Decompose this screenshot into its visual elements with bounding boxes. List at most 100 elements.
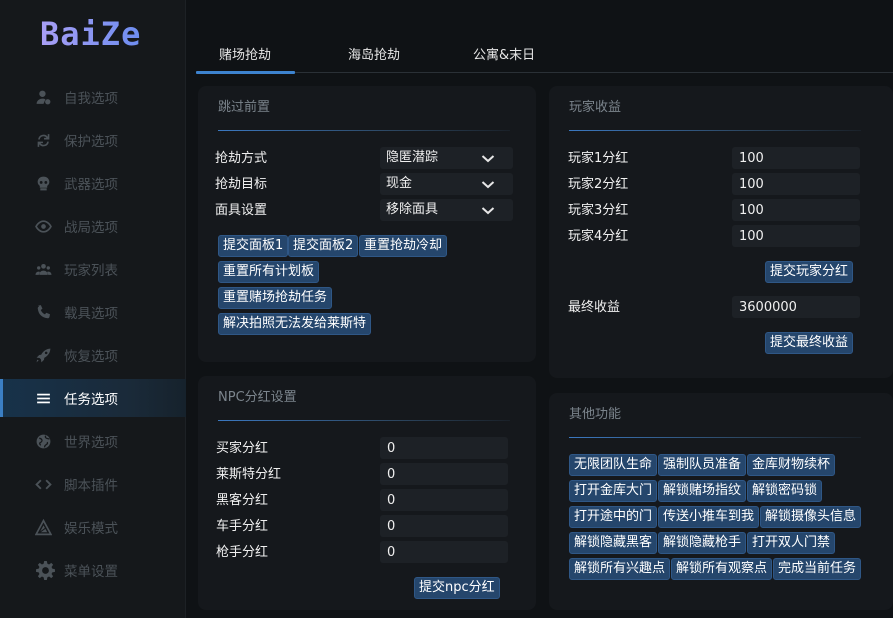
fix-photo-to-lester-button[interactable]: 解决拍照无法发给莱斯特 xyxy=(218,313,372,335)
sidebar-item-world[interactable]: 世界选项 xyxy=(0,422,186,460)
eye-icon xyxy=(34,217,52,235)
unlock-hidden-hacker-button[interactable]: 解锁隐藏黑客 xyxy=(569,532,658,554)
teleport-cart-button[interactable]: 传送小推车到我 xyxy=(658,506,760,528)
tab-casino-heist[interactable]: 赌场抢劫 xyxy=(219,44,271,63)
submit-board-1-button[interactable]: 提交面板1 xyxy=(218,235,289,257)
sidebar-item-recovery[interactable]: 恢复选项 xyxy=(0,336,186,374)
sidebar-item-label: 脚本插件 xyxy=(64,478,118,494)
driver-cut-input[interactable]: 0 xyxy=(380,515,508,537)
player-2-cut-label: 玩家2分红 xyxy=(568,177,629,192)
npc-cut-panel: NPC分红设置 买家分红 0 莱斯特分红 0 黑客分红 0 车手分红 0 枪手分… xyxy=(198,376,536,610)
buyer-cut-input[interactable]: 0 xyxy=(380,437,508,459)
chevron-down-icon xyxy=(481,155,495,163)
refresh-icon xyxy=(34,131,52,149)
chevron-down-icon xyxy=(481,181,495,189)
code-icon xyxy=(34,475,52,493)
reset-heist-cooldown-button[interactable]: 重置抢劫冷却 xyxy=(359,235,448,257)
sidebar-item-label: 世界选项 xyxy=(64,435,118,451)
skip-setup-panel: 跳过前置 抢劫方式 隐匿潜踪 抢劫目标 现金 面具设置 移除面具 提交面板1 提… xyxy=(198,86,536,362)
sidebar-item-label: 保护选项 xyxy=(64,134,118,150)
sidebar-item-weapons[interactable]: 武器选项 xyxy=(0,164,186,202)
submit-player-cut-button[interactable]: 提交玩家分红 xyxy=(765,261,854,283)
hacker-cut-input[interactable]: 0 xyxy=(380,489,508,511)
sidebar-item-session[interactable]: 战局选项 xyxy=(0,207,186,245)
heist-target-select[interactable]: 现金 xyxy=(380,173,513,195)
rocket-icon xyxy=(34,346,52,364)
panel-divider xyxy=(569,130,861,131)
vault-refill-button[interactable]: 金库财物续杯 xyxy=(747,454,836,476)
gunman-cut-label: 枪手分红 xyxy=(216,545,269,560)
sidebar-item-players[interactable]: 玩家列表 xyxy=(0,250,186,288)
sidebar-item-scripts[interactable]: 脚本插件 xyxy=(0,465,186,503)
sidebar-item-label: 自我选项 xyxy=(64,91,118,107)
unlock-access-points-button[interactable]: 解锁所有观察点 xyxy=(671,558,773,580)
group-icon xyxy=(34,260,52,278)
app-logo: BaiZe xyxy=(40,15,142,53)
heist-target-label: 抢劫目标 xyxy=(215,177,268,192)
sidebar-item-label: 恢复选项 xyxy=(64,349,118,365)
player-3-cut-label: 玩家3分红 xyxy=(568,203,629,218)
submit-npc-cut-button[interactable]: 提交npc分红 xyxy=(414,577,500,599)
open-double-door-button[interactable]: 打开双人门禁 xyxy=(747,532,836,554)
mask-setting-select[interactable]: 移除面具 xyxy=(380,199,513,221)
select-value: 移除面具 xyxy=(386,202,439,217)
final-earnings-input[interactable]: 3600000 xyxy=(732,296,860,318)
skull-icon xyxy=(34,174,52,192)
infinite-team-lives-button[interactable]: 无限团队生命 xyxy=(569,454,658,476)
sidebar-item-self[interactable]: 自我选项 xyxy=(0,78,186,116)
sidebar-item-label: 武器选项 xyxy=(64,177,118,193)
player-4-cut-label: 玩家4分红 xyxy=(568,229,629,244)
active-tab-indicator xyxy=(196,71,295,74)
driver-cut-label: 车手分红 xyxy=(216,519,269,534)
hacker-cut-label: 黑客分红 xyxy=(216,493,269,508)
sidebar-item-fun[interactable]: 娱乐模式 xyxy=(0,508,186,546)
submit-final-earnings-button[interactable]: 提交最终收益 xyxy=(765,332,854,354)
reset-all-boards-button[interactable]: 重置所有计划板 xyxy=(218,261,320,283)
player-2-cut-input[interactable]: 100 xyxy=(732,173,860,195)
globe-icon xyxy=(34,432,52,450)
force-crew-ready-button[interactable]: 强制队员准备 xyxy=(658,454,747,476)
panel-title: 其他功能 xyxy=(569,407,622,422)
open-vault-door-button[interactable]: 打开金库大门 xyxy=(569,480,658,502)
heist-approach-label: 抢劫方式 xyxy=(215,151,268,166)
sidebar-item-settings[interactable]: 菜单设置 xyxy=(0,551,186,589)
person-icon xyxy=(34,88,52,106)
heist-approach-select[interactable]: 隐匿潜踪 xyxy=(380,147,513,169)
gunman-cut-input[interactable]: 0 xyxy=(380,541,508,563)
sidebar-item-vehicles[interactable]: 载具选项 xyxy=(0,293,186,331)
sidebar-item-label: 载具选项 xyxy=(64,306,118,322)
sidebar-item-label: 战局选项 xyxy=(64,220,118,236)
player-1-cut-input[interactable]: 100 xyxy=(732,147,860,169)
unlock-poi-button[interactable]: 解锁所有兴趣点 xyxy=(569,558,671,580)
select-value: 现金 xyxy=(386,176,413,191)
sidebar-item-label: 娱乐模式 xyxy=(64,521,118,537)
panel-divider xyxy=(218,130,510,131)
complete-mission-button[interactable]: 完成当前任务 xyxy=(773,558,862,580)
sidebar-item-label: 任务选项 xyxy=(64,392,118,408)
unlock-hidden-gunman-button[interactable]: 解锁隐藏枪手 xyxy=(658,532,747,554)
other-functions-panel: 其他功能 无限团队生命 强制队员准备 金库财物续杯 打开金库大门 解锁赌场指纹 … xyxy=(549,393,893,610)
final-earnings-label: 最终收益 xyxy=(568,300,621,315)
open-doors-enroute-button[interactable]: 打开途中的门 xyxy=(569,506,658,528)
sidebar-item-missions[interactable]: 任务选项 xyxy=(0,379,186,417)
player-3-cut-input[interactable]: 100 xyxy=(732,199,860,221)
lester-cut-label: 莱斯特分红 xyxy=(216,467,282,482)
player-1-cut-label: 玩家1分红 xyxy=(568,151,629,166)
unlock-keypad-button[interactable]: 解锁密码锁 xyxy=(747,480,823,502)
player-earnings-panel: 玩家收益 玩家1分红 100 玩家2分红 100 玩家3分红 100 玩家4分红… xyxy=(549,86,893,378)
player-4-cut-input[interactable]: 100 xyxy=(732,225,860,247)
menu-icon xyxy=(34,389,52,407)
submit-board-2-button[interactable]: 提交面板2 xyxy=(288,235,359,257)
lester-cut-input[interactable]: 0 xyxy=(380,463,508,485)
mask-setting-label: 面具设置 xyxy=(215,203,268,218)
panel-divider xyxy=(218,420,510,421)
reset-casino-mission-button[interactable]: 重置赌场抢劫任务 xyxy=(218,287,333,309)
panel-title: 玩家收益 xyxy=(569,100,622,115)
phone-icon xyxy=(34,303,52,321)
unlock-casino-fingerprint-button[interactable]: 解锁赌场指纹 xyxy=(658,480,747,502)
tab-apartment-doomsday[interactable]: 公寓&末日 xyxy=(473,44,535,63)
unlock-camera-info-button[interactable]: 解锁摄像头信息 xyxy=(760,506,862,528)
buyer-cut-label: 买家分红 xyxy=(216,441,269,456)
sidebar-item-protection[interactable]: 保护选项 xyxy=(0,121,186,159)
tab-island-heist[interactable]: 海岛抢劫 xyxy=(348,44,400,63)
